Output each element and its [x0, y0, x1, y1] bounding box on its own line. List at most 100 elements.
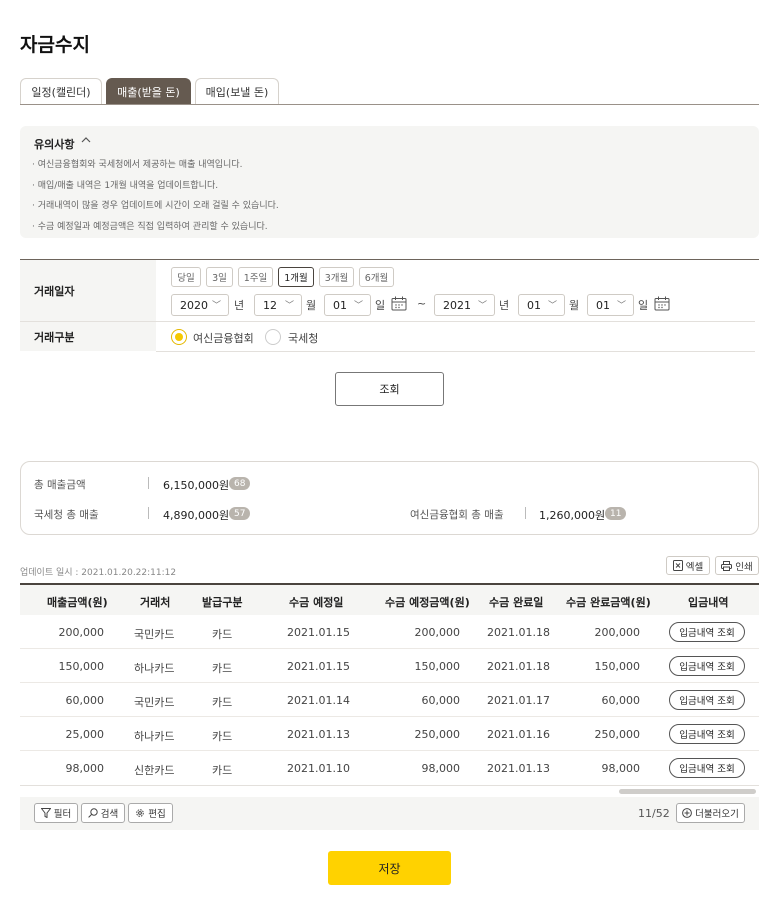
to-month-select[interactable]: 01 ﹀ [518, 294, 565, 316]
radio-card-association[interactable] [171, 329, 187, 345]
table-cell: 200,000 [594, 626, 641, 639]
deposit-history-button[interactable]: 입금내역 조회 [669, 622, 745, 642]
column-header: 입금내역 [688, 596, 729, 609]
table-cell: 60,000 [421, 694, 461, 707]
to-day-select[interactable]: 01 ﹀ [587, 294, 634, 316]
excel-button[interactable]: 엑셀 [666, 556, 710, 575]
divider [148, 477, 149, 489]
table-cell: 98,000 [65, 762, 105, 775]
period-today-button[interactable]: 당일 [171, 267, 201, 287]
table-cell: 60,000 [65, 694, 105, 707]
table-bottom-border [20, 785, 759, 786]
table-cell: 하나카드 [134, 662, 175, 675]
load-more-button[interactable]: 더불러오기 [676, 803, 745, 823]
from-year-value: 2020 [180, 298, 208, 312]
year-unit: 년 [234, 299, 245, 312]
filter-row-divider [156, 351, 755, 352]
tab-purchase[interactable]: 매입(보낼 돈) [195, 78, 279, 105]
to-year-value: 2021 [443, 298, 471, 312]
table-cell: 250,000 [594, 728, 641, 741]
divider [525, 507, 526, 519]
deposit-history-button[interactable]: 입금내역 조회 [669, 758, 745, 778]
chevron-up-icon[interactable] [81, 135, 91, 148]
search-label: 검색 [100, 809, 119, 820]
table-cell: 2021.01.17 [487, 694, 550, 707]
tab-underline [20, 104, 759, 105]
deposit-history-button[interactable]: 입금내역 조회 [669, 656, 745, 676]
table-cell: 카드 [212, 628, 233, 641]
row-divider [20, 682, 759, 683]
search-button[interactable]: 조회 [335, 372, 444, 406]
radio-nts[interactable] [265, 329, 281, 345]
day-unit: 일 [375, 299, 386, 312]
tab-calendar[interactable]: 일정(캘린더) [20, 78, 102, 105]
period-3days-button[interactable]: 3일 [206, 267, 233, 287]
period-1week-button[interactable]: 1주일 [238, 267, 273, 287]
column-header: 수금 예정금액(원) [385, 596, 470, 609]
period-3months-button[interactable]: 3개월 [319, 267, 354, 287]
radio-nts-label: 국세청 [288, 332, 319, 345]
deposit-history-button[interactable]: 입금내역 조회 [669, 690, 745, 710]
notice-title: 유의사항 [34, 138, 75, 151]
print-button[interactable]: 인쇄 [715, 556, 759, 575]
save-button[interactable]: 저장 [328, 851, 451, 885]
period-1month-button[interactable]: 1개월 [278, 267, 314, 287]
calendar-icon[interactable] [654, 296, 670, 311]
chevron-down-icon: ﹀ [616, 301, 626, 311]
period-6months-button[interactable]: 6개월 [359, 267, 394, 287]
table-cell: 98,000 [601, 762, 641, 775]
table-cell: 국민카드 [134, 628, 175, 641]
column-header: 수금 예정일 [289, 596, 344, 609]
notice-line: · 수금 예정일과 예정금액은 직접 입력하여 관리할 수 있습니다. [32, 222, 268, 232]
notice-line: · 거래내역이 많을 경우 업데이트에 시간이 오래 걸릴 수 있습니다. [32, 201, 279, 211]
row-divider [20, 716, 759, 717]
card-sales-label: 여신금융협회 총 매출 [410, 509, 504, 521]
from-day-select[interactable]: 01 ﹀ [324, 294, 371, 316]
filter-button[interactable]: 필터 [34, 803, 78, 823]
column-header: 수금 완료금액(원) [566, 596, 651, 609]
load-more-label: 더불러오기 [695, 809, 739, 820]
page-count: 11/52 [638, 807, 670, 820]
from-year-select[interactable]: 2020 ﹀ [171, 294, 229, 316]
month-unit: 월 [569, 299, 580, 312]
search-toggle-button[interactable]: 검색 [81, 803, 125, 823]
calendar-icon[interactable] [391, 296, 407, 311]
table-cell: 2021.01.18 [487, 626, 550, 639]
update-timestamp: 업데이트 일시 : 2021.01.20.22:11:12 [20, 568, 177, 578]
table-cell: 2021.01.18 [487, 660, 550, 673]
excel-icon [672, 560, 683, 571]
notice-panel: 유의사항 · 여신금융협회와 국세청에서 제공하는 매출 내역입니다. · 매입… [20, 126, 759, 238]
from-month-select[interactable]: 12 ﹀ [254, 294, 302, 316]
summary-panel [20, 461, 759, 535]
count-badge: 11 [605, 507, 627, 520]
tab-sales[interactable]: 매출(받을 돈) [106, 78, 191, 105]
total-sales-value: 6,150,000원 [163, 479, 230, 492]
filter-icon [40, 808, 51, 818]
nts-sales-label: 국세청 총 매출 [34, 509, 99, 521]
deposit-history-button[interactable]: 입금내역 조회 [669, 724, 745, 744]
from-day-value: 01 [333, 298, 347, 312]
table-cell: 250,000 [414, 728, 461, 741]
range-tilde: ~ [417, 297, 427, 310]
edit-button[interactable]: 편집 [128, 803, 173, 823]
row-divider [20, 648, 759, 649]
column-header: 거래처 [140, 596, 171, 609]
column-header: 수금 완료일 [489, 596, 544, 609]
type-label: 거래구분 [20, 322, 156, 351]
card-sales-value: 1,260,000원 [539, 509, 606, 522]
table-cell: 200,000 [58, 626, 105, 639]
table-cell: 카드 [212, 662, 233, 675]
chevron-down-icon: ﹀ [477, 301, 487, 311]
plus-circle-icon [682, 808, 693, 818]
year-unit: 년 [499, 299, 510, 312]
table-cell: 200,000 [414, 626, 461, 639]
column-header: 매출금액(원) [47, 596, 108, 609]
table-cell: 2021.01.16 [487, 728, 550, 741]
chevron-down-icon: ﹀ [353, 301, 363, 311]
table-cell: 2021.01.10 [287, 762, 350, 775]
table-cell: 2021.01.13 [287, 728, 350, 741]
day-unit: 일 [638, 299, 649, 312]
to-year-select[interactable]: 2021 ﹀ [434, 294, 495, 316]
count-badge: 68 [229, 477, 251, 490]
horizontal-scrollbar[interactable] [619, 789, 756, 794]
